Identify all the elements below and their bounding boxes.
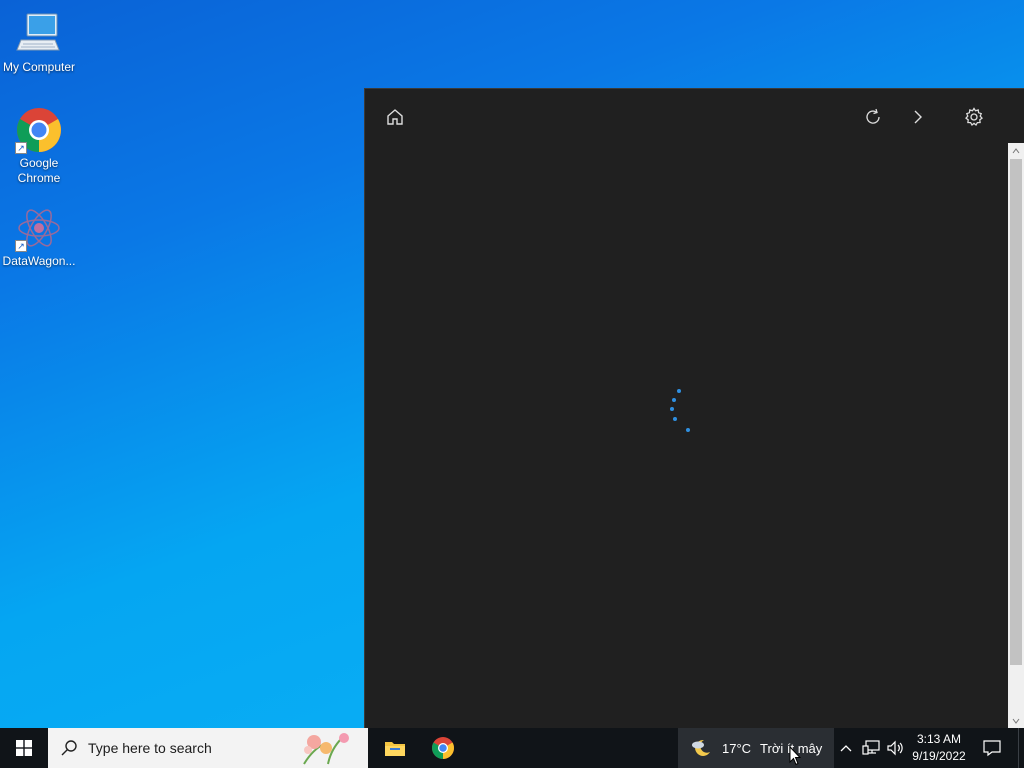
notifications-button[interactable] [978,728,1006,768]
file-explorer-icon [385,742,405,756]
vertical-scrollbar[interactable] [1008,143,1024,729]
datawagon-icon: ↗ [15,204,63,252]
desktop-icon-my-computer[interactable]: My Computer [0,10,78,75]
gear-icon[interactable] [962,105,986,129]
weather-widget[interactable]: 17°C Trời ít mây [678,728,834,768]
network-icon [862,740,880,755]
speaker-icon [887,740,903,756]
start-button[interactable] [0,728,48,768]
weather-temp: 17°C [722,740,752,756]
chrome-icon: ↗ [15,106,63,154]
mouse-cursor [789,745,802,768]
scroll-thumb[interactable] [1010,159,1022,665]
desktop-icon-label: Google Chrome [17,156,61,185]
shortcut-arrow-icon: ↗ [15,142,27,154]
chrome-icon [432,737,454,759]
desktop-icon-label: DataWagon... [2,254,76,268]
show-hidden-icons-button[interactable] [838,728,854,768]
notification-icon [983,740,1001,757]
shortcut-arrow-icon: ↗ [15,240,27,252]
widgets-panel [364,88,1024,729]
volume-button[interactable] [884,728,906,768]
windows-logo-icon [16,740,32,756]
search-icon [61,740,77,756]
taskbar-file-explorer[interactable] [372,728,418,768]
taskbar: Type here to search 17°C Trời mây 3:13 A… [0,728,1024,768]
home-icon[interactable] [383,105,407,129]
search-placeholder: Type here to search [88,740,212,756]
desktop-icon-google-chrome[interactable]: ↗ Google Chrome [0,106,78,186]
clock-date: 9/19/2022 [912,749,966,763]
show-desktop-button[interactable] [1018,728,1024,768]
refresh-icon[interactable] [861,105,885,129]
desktop-icon-datawagon[interactable]: ↗ DataWagon... [0,204,78,269]
scroll-up-icon[interactable] [1008,143,1024,159]
chevron-up-icon [840,745,852,752]
taskbar-search-box[interactable]: Type here to search [48,728,368,768]
loading-spinner [665,385,695,435]
scroll-down-icon[interactable] [1008,713,1024,729]
forward-chevron-icon[interactable] [906,105,930,129]
computer-icon [15,10,63,58]
clock-time: 3:13 AM [916,732,962,746]
taskbar-chrome[interactable] [420,728,466,768]
taskbar-clock[interactable]: 3:13 AM 9/19/2022 [906,731,972,765]
network-button[interactable] [860,728,882,768]
weather-moon-cloud-icon [692,739,710,756]
search-highlight-icon [294,730,356,768]
desktop-icon-label: My Computer [2,60,76,74]
